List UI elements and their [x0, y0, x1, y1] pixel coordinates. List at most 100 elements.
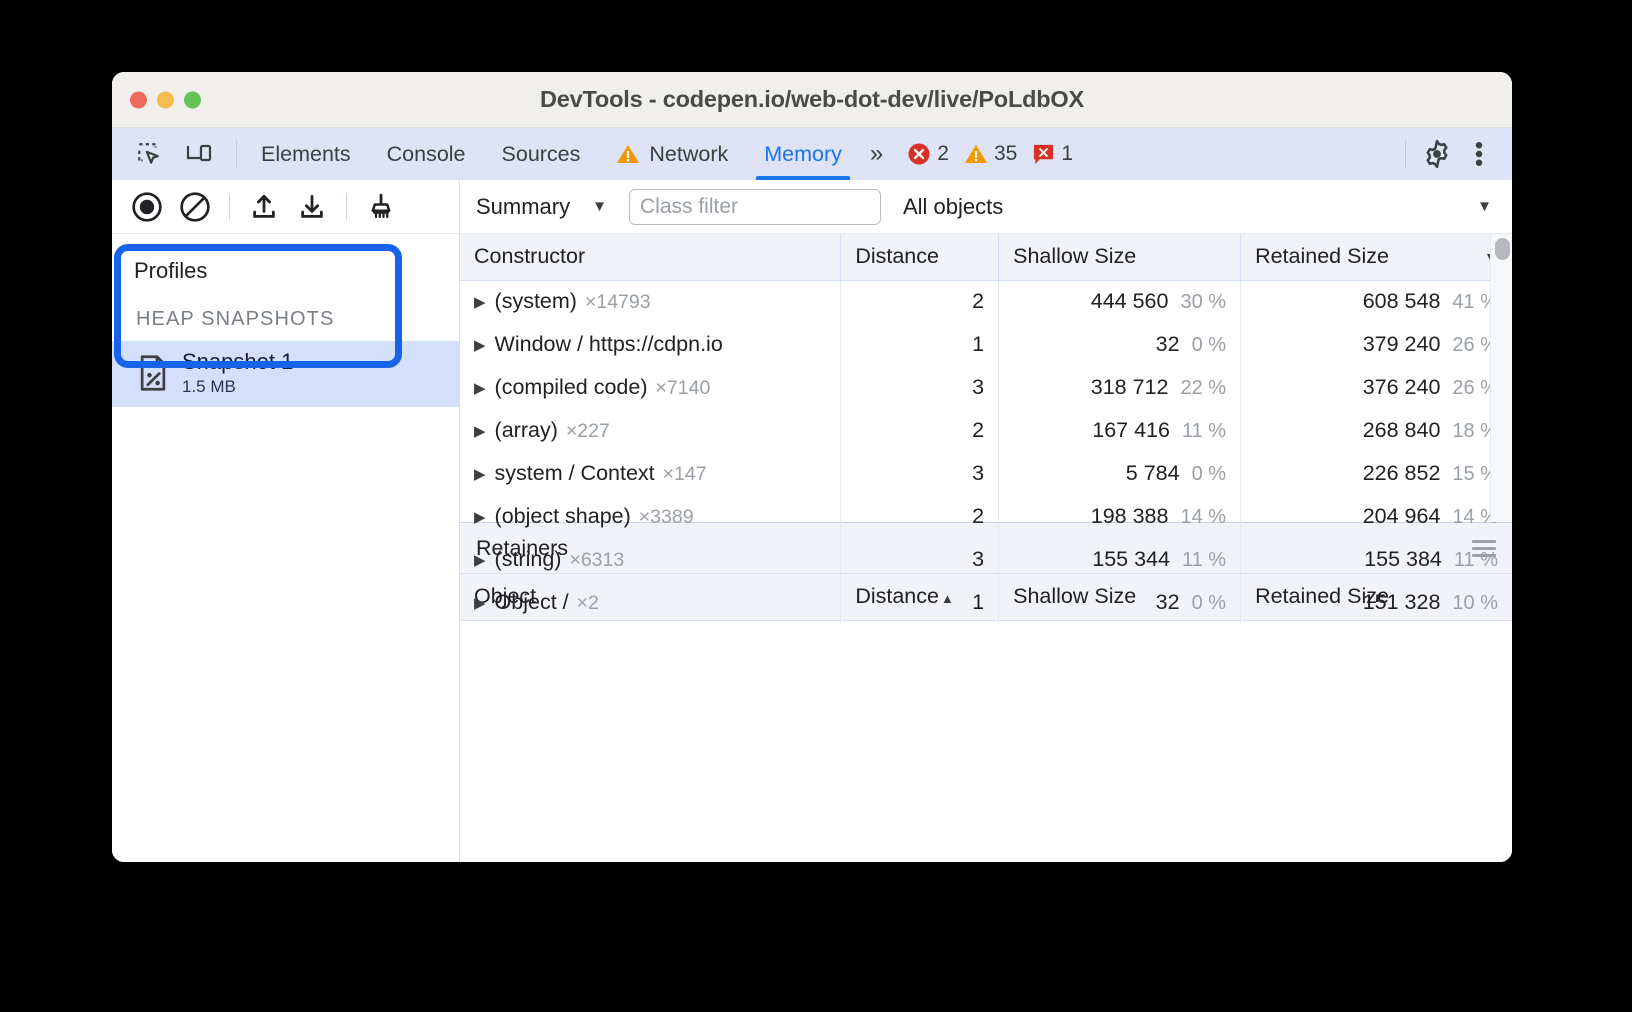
table-row[interactable]: ▶(array)×2272167 41611 %268 84018 %: [460, 409, 1512, 452]
cell-shallow-size: 320 %: [999, 581, 1241, 624]
expand-triangle-icon[interactable]: ▶: [474, 336, 486, 354]
window-title: DevTools - codepen.io/web-dot-dev/live/P…: [112, 86, 1512, 113]
constructor-table-body: ▶(system)×147932444 56030 %608 54841 %▶W…: [460, 280, 1512, 624]
cell-retained-size: 379 24026 %: [1241, 323, 1512, 366]
cell-retained-size: 268 84018 %: [1241, 409, 1512, 452]
cell-shallow-size-percent: 11 %: [1182, 420, 1226, 442]
tab-memory[interactable]: Memory: [746, 128, 860, 180]
collect-garbage-button[interactable]: [360, 186, 402, 228]
object-count: ×2: [577, 592, 599, 614]
warning-triangle-icon: [964, 143, 988, 165]
warning-count-badge[interactable]: 35: [964, 142, 1025, 166]
constructor-name: system / Context: [495, 461, 655, 485]
column-header-constructor[interactable]: Constructor: [460, 234, 841, 280]
screenshot-root: DevTools - codepen.io/web-dot-dev/live/P…: [0, 0, 1632, 1012]
column-header-shallow-size[interactable]: Shallow Size: [999, 234, 1241, 280]
tab-console[interactable]: Console: [369, 128, 484, 180]
object-count: ×3389: [639, 506, 694, 528]
cell-retained-size: 608 54841 %: [1241, 280, 1512, 323]
tab-network[interactable]: Network: [598, 128, 746, 180]
cell-constructor: ▶(string)×6313: [460, 538, 841, 581]
clear-profiles-button[interactable]: [174, 186, 216, 228]
expand-triangle-icon[interactable]: ▶: [474, 551, 486, 569]
more-tabs-icon[interactable]: »: [860, 128, 893, 180]
constructor-table: Constructor Distance Shallow Size Retain…: [460, 234, 1512, 624]
expand-triangle-icon[interactable]: ▶: [474, 594, 486, 612]
object-count: ×7140: [656, 377, 711, 399]
cell-shallow-size: 318 71222 %: [999, 366, 1241, 409]
cell-retained-size-value: 155 384: [1364, 547, 1442, 571]
cell-shallow-size-percent: 22 %: [1180, 377, 1226, 399]
save-profile-button[interactable]: [291, 186, 333, 228]
cell-shallow-size-percent: 0 %: [1192, 463, 1226, 485]
class-filter-input[interactable]: Class filter: [629, 189, 881, 225]
table-vertical-scrollbar[interactable]: [1490, 234, 1512, 522]
cell-shallow-size-value: 32: [1156, 332, 1180, 356]
object-count: ×227: [566, 420, 610, 442]
cell-shallow-size: 155 34411 %: [999, 538, 1241, 581]
object-scope-value: All objects: [903, 194, 1003, 219]
chevron-down-icon-scope[interactable]: ▼: [1477, 198, 1512, 215]
chevron-down-icon: ▼: [592, 198, 607, 215]
warning-triangle-icon: [616, 143, 640, 165]
object-count: ×6313: [569, 549, 624, 571]
object-scope-select[interactable]: All objects: [903, 194, 1003, 220]
expand-triangle-icon[interactable]: ▶: [474, 465, 486, 483]
cell-retained-size-value: 608 548: [1363, 289, 1441, 313]
column-header-retained-size-label: Retained Size: [1255, 244, 1389, 268]
constructor-name: (object shape): [495, 504, 631, 528]
cell-constructor: ▶ (object shape) ×3389: [460, 495, 841, 538]
close-window-button[interactable]: [130, 91, 147, 108]
view-mode-select[interactable]: Summary ▼: [476, 194, 607, 220]
devtools-tab-bar: Elements Console Sources Network: [112, 128, 1512, 180]
column-header-retained-size[interactable]: Retained Size ▼: [1241, 234, 1512, 280]
snapshot-file-icon: [136, 354, 170, 392]
expand-triangle-icon[interactable]: ▶: [474, 422, 486, 440]
device-toolbar-icon[interactable]: [180, 135, 218, 173]
memory-toolbar: [112, 180, 459, 234]
cell-shallow-size: 444 560 30 %: [999, 280, 1241, 323]
cell-retained-size-value: 376 240: [1363, 375, 1441, 399]
error-count-badge[interactable]: 2: [907, 142, 957, 166]
constructor-name: (compiled code): [495, 375, 648, 399]
table-row[interactable]: ▶system / Context×14735 7840 %226 85215 …: [460, 452, 1512, 495]
table-row[interactable]: ▶(compiled code)×71403318 71222 %376 240…: [460, 366, 1512, 409]
issue-count: 1: [1061, 142, 1073, 166]
tab-sources[interactable]: Sources: [484, 128, 599, 180]
zoom-window-button[interactable]: [184, 91, 201, 108]
constructor-table-wrap: Constructor Distance Shallow Size Retain…: [460, 234, 1512, 522]
cell-shallow-size-percent: 30 %: [1180, 291, 1226, 313]
scrollbar-thumb[interactable]: [1495, 238, 1510, 260]
table-row[interactable]: ▶Window / https://cdpn.io1320 %379 24026…: [460, 323, 1512, 366]
constructor-name: (system): [495, 289, 577, 313]
expand-triangle-icon[interactable]: ▶: [474, 508, 486, 526]
load-profile-button[interactable]: [243, 186, 285, 228]
tab-bar-divider: [236, 140, 237, 168]
settings-gear-icon[interactable]: [1418, 135, 1456, 173]
cell-shallow-size-value: 444 560: [1091, 289, 1169, 313]
record-heap-snapshot-button[interactable]: [126, 186, 168, 228]
minimize-window-button[interactable]: [157, 91, 174, 108]
cell-retained-size: 151 32810 %: [1241, 581, 1512, 624]
cell-retained-size: 155 38411 %: [1241, 538, 1512, 581]
expand-triangle-icon[interactable]: ▶: [474, 293, 486, 311]
error-count: 2: [937, 142, 949, 166]
window-controls: [130, 91, 201, 108]
table-row[interactable]: ▶(string)×63133155 34411 %155 38411 %: [460, 538, 1512, 581]
tab-elements[interactable]: Elements: [243, 128, 369, 180]
table-row[interactable]: ▶(object shape)×33892198 38814 %204 9641…: [460, 495, 1512, 538]
cell-constructor: ▶system / Context×147: [460, 452, 841, 495]
expand-triangle-icon[interactable]: ▶: [474, 379, 486, 397]
cell-shallow-size: 320 %: [999, 323, 1241, 366]
cell-shallow-size-value: 155 344: [1092, 547, 1170, 571]
tab-elements-label: Elements: [261, 142, 351, 167]
more-options-kebab-icon[interactable]: [1460, 135, 1498, 173]
table-row[interactable]: ▶Object /×21320 %151 32810 %: [460, 581, 1512, 624]
toolbar-divider-2: [346, 194, 347, 220]
list-item[interactable]: Snapshot 1 1.5 MB: [112, 341, 459, 407]
issue-count-badge[interactable]: 1: [1032, 142, 1081, 166]
column-header-distance[interactable]: Distance: [841, 234, 999, 280]
table-row[interactable]: ▶(system)×147932444 56030 %608 54841 %: [460, 280, 1512, 323]
inspect-element-icon[interactable]: [130, 135, 168, 173]
object-count: ×14793: [585, 291, 651, 313]
